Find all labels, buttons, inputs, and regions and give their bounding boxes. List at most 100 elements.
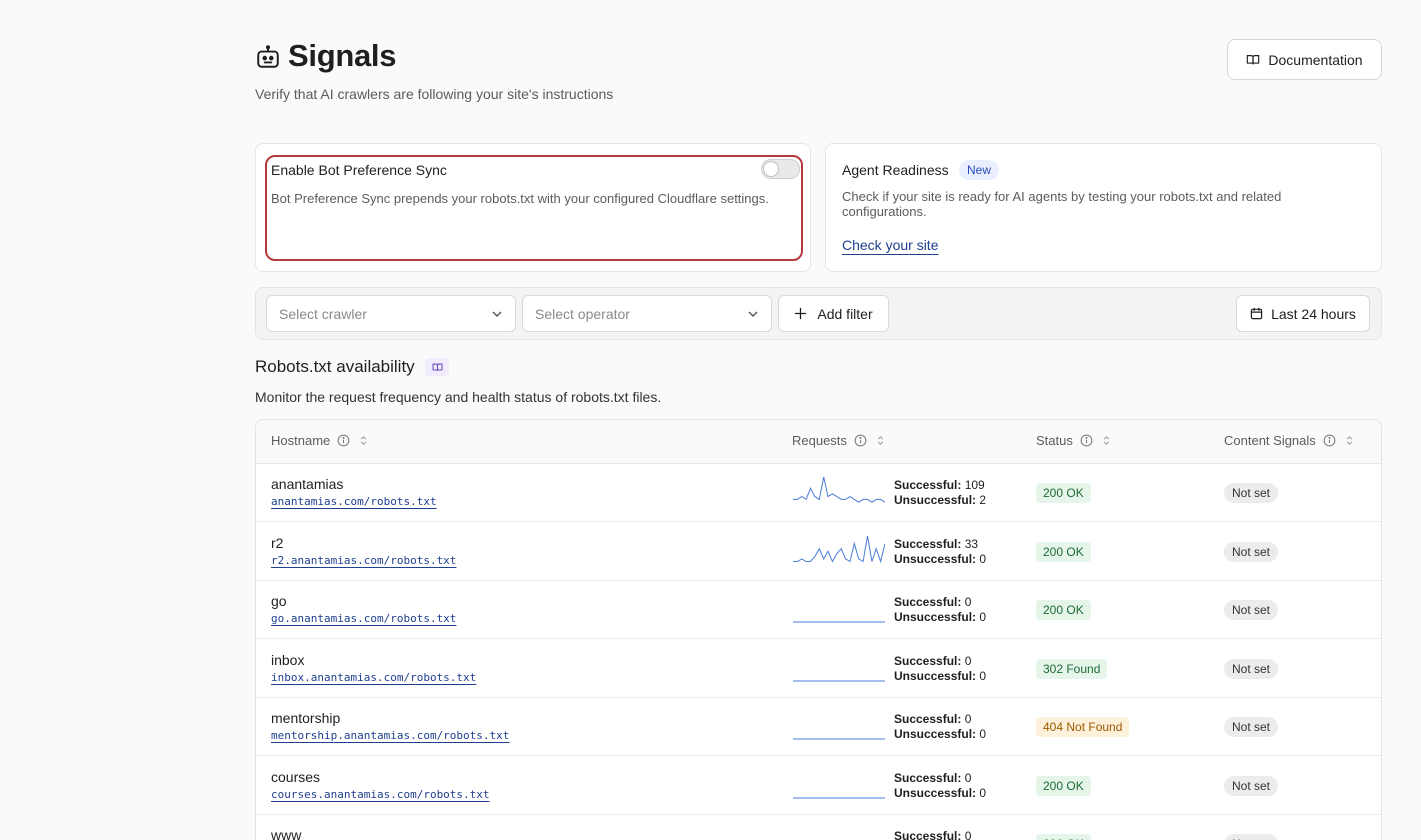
row-hostname: r2 — [271, 534, 284, 551]
section-subtitle: Monitor the request frequency and health… — [255, 389, 662, 405]
request-counts: Successful: 33 Unsuccessful: 0 — [894, 537, 986, 567]
add-filter-button[interactable]: Add filter — [778, 295, 889, 332]
content-signals-badge: Not set — [1224, 483, 1279, 503]
column-requests[interactable]: Requests — [792, 433, 887, 448]
robots-table: Hostname Requests Status Content Signals… — [255, 419, 1382, 840]
table-row: wwwwww.anantamias.com/robots.txtSuccessf… — [256, 815, 1381, 840]
status-badge: 404 Not Found — [1036, 717, 1130, 737]
chevron-down-icon — [492, 311, 502, 317]
requests-sparkline — [793, 621, 885, 623]
documentation-label: Documentation — [1268, 51, 1363, 68]
successful-count: Successful: 33 — [894, 536, 979, 551]
column-status[interactable]: Status — [1036, 433, 1113, 448]
unsuccessful-count: Unsuccessful: 2 — [894, 493, 987, 507]
toggle-knob — [763, 161, 779, 177]
content-signals-badge: Not set — [1224, 541, 1279, 562]
row-hostname: courses — [271, 768, 321, 785]
request-counts: Successful: 0Unsuccessful: 0 — [894, 712, 986, 742]
request-counts: Successful: 0Unsuccessful: 0 — [894, 654, 986, 684]
info-icon[interactable] — [1080, 434, 1093, 447]
page-title: Signals — [288, 38, 397, 73]
column-status-label: Status — [1036, 433, 1073, 448]
crawler-select-placeholder: Select crawler — [279, 305, 367, 322]
content-signals-badge: Not set — [1224, 775, 1279, 796]
row-robots-link[interactable]: go.anantamias.com/robots.txt — [271, 612, 456, 625]
robot-icon — [257, 45, 279, 68]
table-row: go go.anantamias.com/robots.txt Successful… — [256, 581, 1381, 639]
unsuccessful-count: Unsuccessful: 0 — [894, 610, 987, 624]
info-icon[interactable] — [337, 434, 350, 447]
content-signals-badge: Not set — [1224, 834, 1279, 840]
requests-sparkline — [793, 822, 885, 840]
row-robots-link[interactable]: courses.anantamias.com/robots.txt — [271, 788, 490, 801]
status-badge: 200 OK — [1036, 483, 1091, 503]
section-docs-button[interactable] — [425, 358, 449, 376]
chevron-down-icon — [748, 311, 758, 317]
calendar-icon — [1250, 307, 1263, 320]
new-badge: New — [959, 160, 1000, 180]
row-robots-link[interactable]: r2.anantamias.com/robots.txt — [271, 554, 456, 567]
column-hostname[interactable]: Hostname — [271, 433, 370, 448]
unsuccessful-count: Unsuccessful: 0 — [894, 785, 987, 800]
documentation-button[interactable]: Documentation — [1227, 39, 1382, 80]
column-requests-label: Requests — [792, 433, 847, 448]
time-range-button[interactable]: Last 24 hours — [1236, 295, 1370, 332]
successful-count: Successful: 0 — [894, 712, 972, 726]
content-signals-badge: Not set — [1224, 658, 1279, 679]
request-counts: Successful: 0Unsuccessful: 0 — [894, 595, 986, 625]
unsuccessful-count: Unsuccessful: 0 — [894, 551, 987, 566]
row-hostname: inbox — [271, 651, 305, 668]
status-badge: 200 OK — [1036, 834, 1091, 840]
content-signals-badge: Not set — [1224, 717, 1279, 737]
request-counts: Successful: 109 Unsuccessful: 2 — [894, 478, 986, 508]
successful-count: Successful: 0 — [894, 653, 972, 668]
section-title: Robots.txt availability — [255, 357, 415, 376]
successful-count: Successful: 0 — [894, 829, 972, 840]
sort-icon[interactable] — [1343, 434, 1356, 447]
row-robots-link[interactable]: anantamias.com/robots.txt — [271, 495, 437, 508]
book-icon — [1247, 54, 1260, 64]
sparkline-path — [793, 476, 885, 503]
row-hostname: mentorship — [271, 710, 341, 726]
row-hostname: go — [271, 593, 287, 609]
column-content-signals[interactable]: Content Signals — [1224, 433, 1356, 448]
operator-select[interactable]: Select operator — [522, 295, 772, 332]
sync-description: Bot Preference Sync prepends your robots… — [271, 191, 769, 206]
status-badge: 302 Found — [1036, 658, 1108, 679]
sort-icon[interactable] — [874, 434, 887, 447]
book-icon — [432, 363, 442, 371]
column-content-signals-label: Content Signals — [1224, 433, 1316, 448]
successful-count: Successful: 0 — [894, 595, 972, 609]
requests-sparkline — [793, 797, 885, 798]
status-badge: 200 OK — [1036, 775, 1091, 796]
requests-sparkline — [793, 680, 885, 681]
table-row: r2 r2.anantamias.com/robots.txt Successful… — [256, 523, 1381, 581]
crawler-select[interactable]: Select crawler — [266, 295, 516, 332]
bot-preference-sync-toggle[interactable] — [761, 159, 800, 179]
row-robots-link[interactable]: inbox.anantamias.com/robots.txt — [271, 671, 476, 684]
sparkline-path — [793, 535, 885, 563]
time-range-label: Last 24 hours — [1271, 305, 1356, 322]
agent-readiness-title: Agent Readiness — [842, 162, 949, 178]
table-row: anantamias anantamias.com/robots.txt Succe… — [256, 464, 1381, 522]
sort-icon[interactable] — [357, 434, 370, 447]
sync-title: Enable Bot Preference Sync — [271, 162, 447, 178]
agent-readiness-description: Check if your site is ready for AI agent… — [842, 189, 1282, 219]
info-icon[interactable] — [854, 434, 867, 447]
content-signals-badge: Not set — [1224, 600, 1279, 620]
status-badge: 200 OK — [1036, 600, 1091, 620]
table-row: mentorship mentorship.anantamias.com/robo… — [256, 698, 1381, 756]
table-header: Hostname Requests Status Content Signals — [256, 420, 1381, 464]
sort-icon[interactable] — [1100, 434, 1113, 447]
request-counts: Successful: 0Unsuccessful: 0 — [894, 771, 986, 801]
row-robots-link[interactable]: mentorship.anantamias.com/robots.txt — [271, 729, 509, 742]
add-filter-label: Add filter — [817, 305, 873, 322]
request-counts: Successful: 0Unsuccessful: 0 — [894, 829, 986, 840]
row-hostname: www — [271, 827, 302, 840]
successful-count: Successful: 0 — [894, 770, 972, 785]
check-your-site-link[interactable]: Check your site — [842, 237, 938, 253]
status-badge: 200 OK — [1036, 541, 1091, 562]
operator-select-placeholder: Select operator — [535, 305, 630, 322]
info-icon[interactable] — [1323, 434, 1336, 447]
requests-sparkline — [793, 535, 885, 563]
